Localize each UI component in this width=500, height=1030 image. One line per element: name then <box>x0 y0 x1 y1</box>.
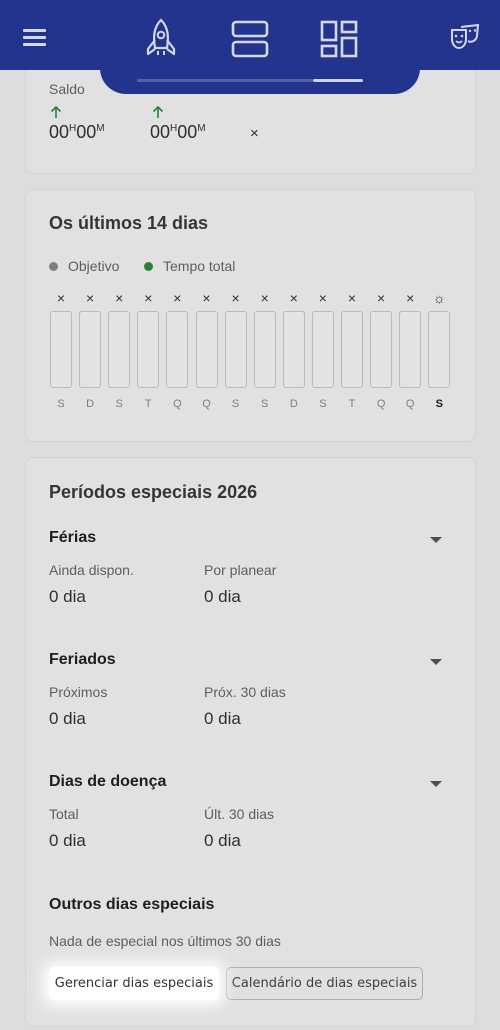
theater-masks-icon[interactable] <box>450 24 480 50</box>
rows-layout-icon[interactable] <box>231 20 269 58</box>
legend-dot-objetivo <box>49 262 58 271</box>
legend-tempo-total: Tempo total <box>163 258 236 274</box>
feriados-chevron-down-icon[interactable] <box>430 659 442 665</box>
feriados-label-next: Próximos <box>49 684 108 700</box>
day-no-data-mark: × <box>406 290 415 306</box>
day-bar[interactable] <box>311 311 334 388</box>
day-bar[interactable] <box>253 311 276 388</box>
saldo-value-b: 00H00M <box>150 122 206 142</box>
outros-note: Nada de especial nos últimos 30 dias <box>49 933 281 949</box>
day-no-data-mark: × <box>202 290 211 306</box>
feriados-label-next-30: Próx. 30 dias <box>204 684 286 700</box>
day-no-data-mark: × <box>347 290 357 306</box>
day-no-data-mark: × <box>144 290 153 306</box>
day-label: Q <box>376 398 386 410</box>
day-label: T <box>348 398 356 410</box>
day-bar[interactable] <box>166 311 189 388</box>
day-bar[interactable] <box>370 311 393 388</box>
saldo-value-a: 00H00M <box>49 122 105 142</box>
day-label: Q <box>202 398 211 410</box>
legend-dot-tempo-total <box>144 262 153 271</box>
doenca-title: Dias de doença <box>49 773 167 790</box>
ferias-label-to-plan: Por planear <box>204 562 277 578</box>
tab-indicator-active <box>313 79 363 82</box>
day-bar[interactable] <box>341 311 363 388</box>
tab-indicator-inactive <box>137 79 313 82</box>
day-label: S <box>115 398 123 410</box>
legend-objetivo: Objetivo <box>68 258 120 274</box>
special-periods-title: Períodos especiais 2026 <box>49 482 258 502</box>
day-label: Q <box>173 398 182 410</box>
dashboard-grid-icon[interactable] <box>320 20 358 58</box>
day-no-data-mark: × <box>115 290 124 306</box>
feriados-title: Feriados <box>49 651 116 668</box>
doenca-value-total: 0 dia <box>49 831 86 850</box>
day-bar[interactable] <box>282 311 305 388</box>
today-sun-icon: ☼ <box>432 290 446 306</box>
day-label: S <box>57 398 65 410</box>
top-nav-tab-area <box>100 60 420 94</box>
ferias-value-available: 0 dia <box>49 587 86 606</box>
day-bar[interactable] <box>428 311 451 388</box>
ferias-label-available: Ainda dispon. <box>49 562 134 578</box>
ferias-chevron-down-icon[interactable] <box>430 537 442 543</box>
day-label: S <box>319 398 327 410</box>
day-bar[interactable] <box>50 311 72 388</box>
day-bar[interactable] <box>137 311 160 388</box>
day-label: D <box>86 398 95 410</box>
last-14-days-title: Os últimos 14 dias <box>49 213 209 233</box>
ferias-value-to-plan: 0 dia <box>204 587 241 606</box>
special-days-calendar-button[interactable]: Calendário de dias especiais <box>226 967 423 1000</box>
saldo-label: Saldo <box>49 81 85 97</box>
arrow-up-icon <box>50 105 62 118</box>
doenca-label-last-30: Últ. 30 dias <box>204 806 275 822</box>
outros-title: Outros dias especiais <box>49 896 215 913</box>
day-bar[interactable] <box>108 311 131 388</box>
day-label: S <box>231 398 240 410</box>
day-label: S <box>435 398 443 410</box>
day-no-data-mark: × <box>56 290 66 306</box>
day-bar[interactable] <box>224 311 247 388</box>
day-label: S <box>261 398 269 410</box>
saldo-dismiss-icon[interactable]: × <box>250 125 259 142</box>
feriados-value-next: 0 dia <box>49 709 86 728</box>
feriados-value-next-30: 0 dia <box>204 709 241 728</box>
day-no-data-mark: × <box>318 290 327 306</box>
doenca-chevron-down-icon[interactable] <box>430 781 442 787</box>
rocket-icon[interactable] <box>143 18 179 60</box>
day-no-data-mark: × <box>377 290 386 306</box>
hamburger-menu-icon[interactable] <box>23 29 46 46</box>
day-label: D <box>289 398 298 410</box>
ferias-title: Férias <box>49 529 97 546</box>
day-bar[interactable] <box>399 311 422 388</box>
day-no-data-mark: × <box>173 290 182 306</box>
day-label: T <box>144 398 152 410</box>
day-no-data-mark: × <box>260 290 269 306</box>
doenca-label-total: Total <box>49 806 79 822</box>
day-bar[interactable] <box>195 311 218 388</box>
arrow-up-icon <box>152 105 164 118</box>
day-label: Q <box>405 398 415 410</box>
day-bar[interactable] <box>79 311 102 388</box>
doenca-value-last-30: 0 dia <box>204 831 241 850</box>
day-no-data-mark: × <box>289 290 298 306</box>
day-no-data-mark: × <box>231 290 240 306</box>
day-no-data-mark: × <box>86 290 95 306</box>
manage-special-days-button[interactable]: Gerenciar dias especiais <box>49 967 219 1000</box>
